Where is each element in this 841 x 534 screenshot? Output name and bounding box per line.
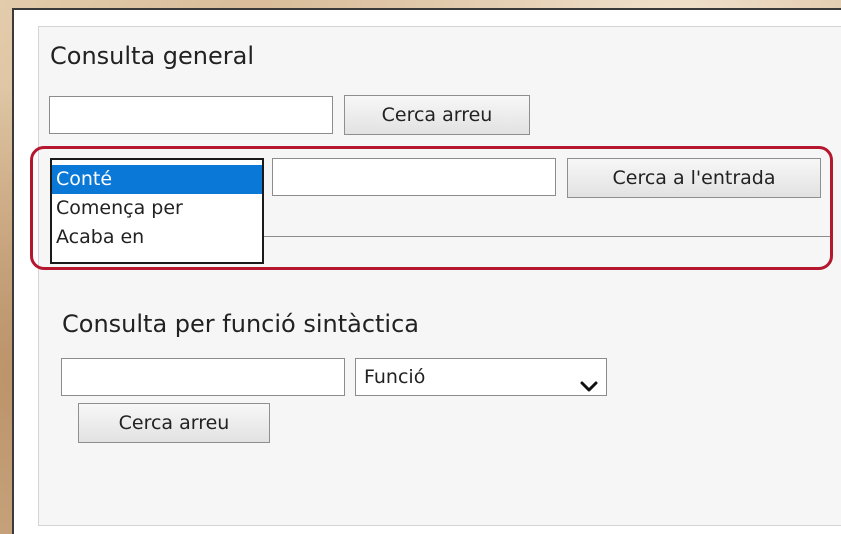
match-option-starts-with[interactable]: Comença per xyxy=(52,194,262,223)
function-select-value: Funció xyxy=(364,366,426,388)
page-content xyxy=(12,8,841,534)
match-type-listbox[interactable]: Conté Comença per Acaba en xyxy=(50,158,264,264)
match-option-contains[interactable]: Conté xyxy=(52,165,262,194)
match-option-ends-with[interactable]: Acaba en xyxy=(52,223,262,252)
function-select[interactable]: Funció xyxy=(355,358,607,396)
section-divider xyxy=(264,236,830,237)
syntactic-search-input[interactable] xyxy=(61,358,345,396)
general-search-heading: Consulta general xyxy=(50,42,254,70)
syntactic-search-heading: Consulta per funció sintàctica xyxy=(62,310,419,338)
entry-search-input[interactable] xyxy=(272,158,556,196)
chevron-down-icon xyxy=(580,370,598,392)
entry-search-button[interactable]: Cerca a l'entrada xyxy=(567,158,821,198)
general-search-input[interactable] xyxy=(49,96,333,134)
general-search-button[interactable]: Cerca arreu xyxy=(344,95,530,135)
syntactic-search-button[interactable]: Cerca arreu xyxy=(78,403,270,443)
